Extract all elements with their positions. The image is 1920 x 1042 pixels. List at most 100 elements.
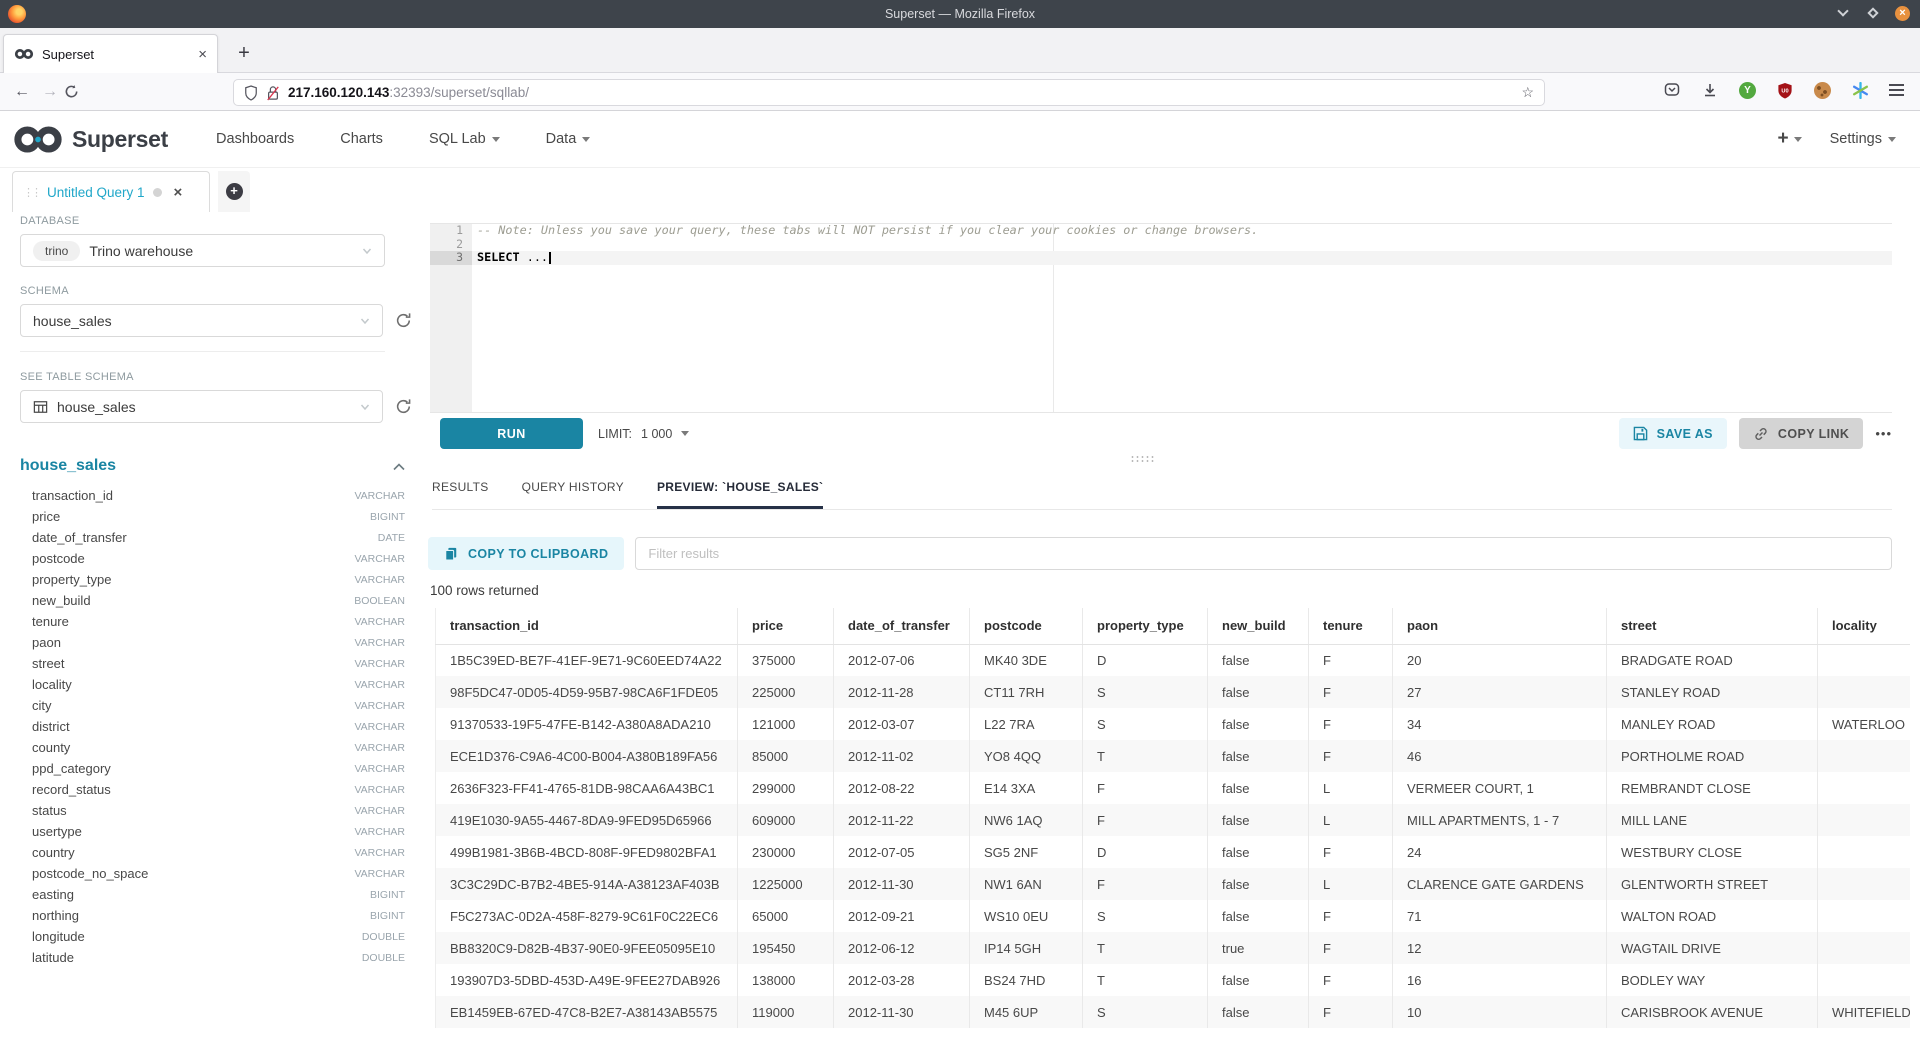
- settings-menu[interactable]: Settings: [1830, 131, 1896, 147]
- drag-grip-icon[interactable]: ⋮⋮: [23, 186, 39, 199]
- column-row[interactable]: record_status VARCHAR: [20, 779, 405, 800]
- bookmark-star-icon[interactable]: ☆: [1521, 84, 1534, 101]
- column-row[interactable]: transaction_id VARCHAR: [20, 485, 405, 506]
- more-options-button[interactable]: •••: [1875, 426, 1892, 441]
- column-row[interactable]: new_build BOOLEAN: [20, 590, 405, 611]
- table-row[interactable]: 91370533-19F5-47FE-B142-A380A8ADA210 121…: [436, 708, 1911, 740]
- database-select[interactable]: trino Trino warehouse: [20, 234, 385, 267]
- nav-dashboards[interactable]: Dashboards: [216, 131, 294, 147]
- limit-dropdown[interactable]: LIMIT: 1 000: [598, 418, 689, 449]
- column-row[interactable]: postcode VARCHAR: [20, 548, 405, 569]
- column-row[interactable]: paon VARCHAR: [20, 632, 405, 653]
- table-row[interactable]: 499B1981-3B6B-4BCD-808F-9FED9802BFA1 230…: [436, 836, 1911, 868]
- editor-code-area[interactable]: -- Note: Unless you save your query, the…: [472, 224, 1892, 412]
- table-select[interactable]: house_sales: [20, 390, 383, 423]
- table-row[interactable]: BB8320C9-D82B-4B37-90E0-9FEE05095E10 195…: [436, 932, 1911, 964]
- column-row[interactable]: longitude DOUBLE: [20, 926, 405, 947]
- schema-select[interactable]: house_sales: [20, 304, 383, 337]
- tab-query-history[interactable]: QUERY HISTORY: [522, 480, 624, 509]
- new-menu-button[interactable]: +: [1777, 128, 1801, 150]
- browser-tab-close-icon[interactable]: ×: [198, 46, 207, 63]
- add-query-tab[interactable]: +: [218, 171, 250, 212]
- column-row[interactable]: price BIGINT: [20, 506, 405, 527]
- column-row[interactable]: status VARCHAR: [20, 800, 405, 821]
- column-header[interactable]: new_build: [1208, 608, 1309, 644]
- tab-results[interactable]: RESULTS: [432, 480, 489, 509]
- column-header[interactable]: property_type: [1083, 608, 1208, 644]
- table-name-heading[interactable]: house_sales: [20, 457, 116, 475]
- extension-icon[interactable]: Y: [1739, 82, 1756, 99]
- column-header[interactable]: postcode: [970, 608, 1083, 644]
- column-header[interactable]: date_of_transfer: [834, 608, 970, 644]
- back-button[interactable]: ←: [8, 83, 36, 101]
- column-row[interactable]: latitude DOUBLE: [20, 947, 405, 968]
- menu-icon[interactable]: [1889, 84, 1904, 96]
- pocket-icon[interactable]: [1663, 81, 1681, 99]
- reload-button[interactable]: [64, 84, 92, 99]
- table-row[interactable]: 1B5C39ED-BE7F-41EF-9E71-9C60EED74A22 375…: [436, 644, 1911, 676]
- column-header[interactable]: transaction_id: [436, 608, 738, 644]
- nav-charts[interactable]: Charts: [340, 131, 383, 147]
- column-row[interactable]: county VARCHAR: [20, 737, 405, 758]
- column-header[interactable]: paon: [1393, 608, 1607, 644]
- window-close-icon[interactable]: ×: [1895, 6, 1910, 21]
- column-header[interactable]: price: [738, 608, 834, 644]
- column-row[interactable]: usertype VARCHAR: [20, 821, 405, 842]
- chevron-up-icon[interactable]: [393, 462, 405, 471]
- sqllab-sidebar: DATABASE trino Trino warehouse SCHEMA ho…: [20, 215, 412, 968]
- pane-resize-grip[interactable]: [1130, 455, 1156, 464]
- column-row[interactable]: ppd_category VARCHAR: [20, 758, 405, 779]
- sql-editor[interactable]: 1 2 3 -- Note: Unless you save your quer…: [430, 223, 1892, 413]
- column-row[interactable]: easting BIGINT: [20, 884, 405, 905]
- table-row[interactable]: 98F5DC47-0D05-4D59-95B7-98CA6F1FDE05 225…: [436, 676, 1911, 708]
- table-row[interactable]: ECE1D376-C9A6-4C00-B004-A380B189FA56 850…: [436, 740, 1911, 772]
- browser-tab[interactable]: Superset ×: [3, 34, 218, 73]
- new-tab-button[interactable]: +: [232, 42, 256, 65]
- insecure-lock-icon[interactable]: [266, 85, 280, 101]
- column-row[interactable]: district VARCHAR: [20, 716, 405, 737]
- column-row[interactable]: street VARCHAR: [20, 653, 405, 674]
- query-tab-title: Untitled Query 1: [47, 185, 145, 200]
- url-text[interactable]: 217.160.120.143:32393/superset/sqllab/: [288, 85, 1513, 100]
- database-select-value: Trino warehouse: [89, 243, 193, 259]
- forward-button[interactable]: →: [36, 83, 64, 101]
- column-header[interactable]: street: [1607, 608, 1818, 644]
- copy-to-clipboard-button[interactable]: COPY TO CLIPBOARD: [428, 537, 624, 570]
- refresh-tables-icon[interactable]: [395, 398, 412, 415]
- superset-logo[interactable]: Superset: [12, 125, 168, 154]
- downloads-icon[interactable]: [1701, 81, 1719, 99]
- tracking-shield-icon[interactable]: [244, 85, 258, 101]
- window-minimize-icon[interactable]: [1835, 5, 1851, 21]
- refresh-schemas-icon[interactable]: [395, 312, 412, 329]
- table-row[interactable]: F5C273AC-0D2A-458F-8279-9C61F0C22EC6 650…: [436, 900, 1911, 932]
- filter-results-input[interactable]: [635, 537, 1892, 570]
- window-maximize-icon[interactable]: [1865, 5, 1881, 21]
- column-row[interactable]: tenure VARCHAR: [20, 611, 405, 632]
- column-row[interactable]: country VARCHAR: [20, 842, 405, 863]
- column-header[interactable]: locality: [1818, 608, 1911, 644]
- table-row[interactable]: 419E1030-9A55-4467-8DA9-9FED95D65966 609…: [436, 804, 1911, 836]
- column-row[interactable]: city VARCHAR: [20, 695, 405, 716]
- cookie-icon[interactable]: [1814, 82, 1831, 99]
- table-row[interactable]: 2636F323-FF41-4765-81DB-98CAA6A43BC1 299…: [436, 772, 1911, 804]
- column-row[interactable]: property_type VARCHAR: [20, 569, 405, 590]
- column-row[interactable]: locality VARCHAR: [20, 674, 405, 695]
- column-row[interactable]: postcode_no_space VARCHAR: [20, 863, 405, 884]
- sparkle-extension-icon[interactable]: [1851, 81, 1869, 99]
- ublock-icon[interactable]: U0: [1776, 81, 1794, 99]
- table-row[interactable]: 3C3C29DC-B7B2-4BE5-914A-A38123AF403B 122…: [436, 868, 1911, 900]
- query-tab[interactable]: ⋮⋮ Untitled Query 1 ×: [12, 171, 210, 212]
- query-tab-close-icon[interactable]: ×: [174, 184, 183, 201]
- copy-link-button[interactable]: COPY LINK: [1739, 418, 1863, 449]
- url-bar[interactable]: 217.160.120.143:32393/superset/sqllab/ ☆: [233, 79, 1545, 106]
- table-row[interactable]: EB1459EB-67ED-47C8-B2E7-A38143AB5575 119…: [436, 996, 1911, 1028]
- nav-sql-lab[interactable]: SQL Lab: [429, 131, 500, 147]
- column-row[interactable]: date_of_transfer DATE: [20, 527, 405, 548]
- column-row[interactable]: northing BIGINT: [20, 905, 405, 926]
- tab-preview-house-sales[interactable]: PREVIEW: `HOUSE_SALES`: [657, 480, 823, 509]
- run-button[interactable]: RUN: [440, 418, 583, 449]
- table-row[interactable]: 193907D3-5DBD-453D-A49E-9FEE27DAB926 138…: [436, 964, 1911, 996]
- column-header[interactable]: tenure: [1309, 608, 1393, 644]
- nav-data[interactable]: Data: [546, 131, 591, 147]
- save-as-button[interactable]: SAVE AS: [1619, 418, 1727, 449]
